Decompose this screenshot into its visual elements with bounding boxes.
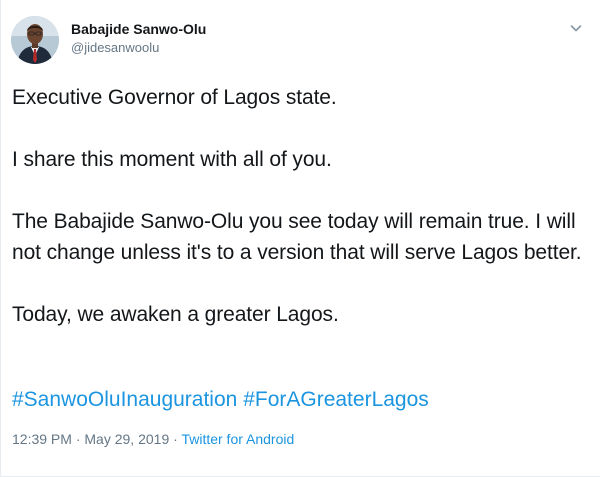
author-handle[interactable]: @jidesanwoolu [71,39,206,57]
author-display-name[interactable]: Babajide Sanwo-Olu [71,20,206,38]
tweet-source-link[interactable]: Twitter for Android [181,431,294,447]
tweet-meta: 12:39 PM · May 29, 2019 · Twitter for An… [12,430,294,448]
tweet-paragraph: Today, we awaken a greater Lagos. [12,303,339,326]
tweet-hashtags: #SanwoOluInauguration #ForAGreaterLagos [12,384,429,415]
avatar[interactable] [11,16,59,64]
author-names: Babajide Sanwo-Olu @jidesanwoolu [71,20,206,57]
tweet-paragraph: Executive Governor of Lagos state. [12,86,337,109]
tweet-header: Babajide Sanwo-Olu @jidesanwoolu [11,12,590,72]
meta-separator: · [169,431,182,447]
tweet-text: Executive Governor of Lagos state. I sha… [12,82,592,361]
hashtag-link[interactable]: #ForAGreaterLagos [243,388,429,411]
meta-separator: · [71,431,85,447]
tweet-card: Babajide Sanwo-Olu @jidesanwoolu Executi… [0,0,600,477]
tweet-date[interactable]: May 29, 2019 [84,431,169,447]
tweet-paragraph: I share this moment with all of you. [12,148,332,171]
tweet-time[interactable]: 12:39 PM [12,431,72,447]
avatar-image [11,16,59,64]
chevron-down-icon[interactable] [568,20,584,36]
tweet-paragraph: The Babajide Sanwo-Olu you see today wil… [12,210,582,264]
hashtag-link[interactable]: #SanwoOluInauguration [12,388,237,411]
